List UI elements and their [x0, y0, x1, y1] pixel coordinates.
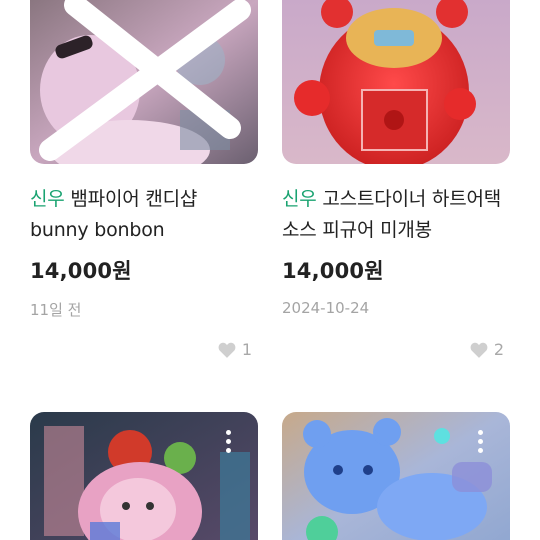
product-price: 14,000원	[30, 259, 132, 283]
heart-icon	[470, 342, 488, 358]
product-price: 14,000원	[282, 259, 384, 283]
shop-name: 신우	[30, 188, 65, 210]
product-card[interactable]: 신우 고스트다이너 하트어택 소스 피규어 미개봉 14,000원 2024-1…	[282, 0, 510, 359]
shop-name: 신우	[282, 188, 317, 210]
more-vertical-icon[interactable]	[226, 430, 232, 454]
like-counter[interactable]: 1	[218, 340, 252, 359]
product-card[interactable]	[30, 412, 258, 540]
like-counter[interactable]: 2	[470, 340, 504, 359]
product-image[interactable]	[282, 412, 510, 540]
product-card[interactable]: 신우 뱀파이어 캔디샵 bunny bonbon 14,000원 11일 전 1	[30, 0, 258, 359]
product-image[interactable]	[30, 0, 258, 164]
product-date: 2024-10-24	[282, 299, 370, 317]
product-image[interactable]	[282, 0, 510, 164]
product-title[interactable]: 신우 뱀파이어 캔디샵 bunny bonbon	[30, 184, 258, 246]
like-count: 2	[493, 340, 504, 359]
like-count: 1	[241, 340, 252, 359]
product-image[interactable]	[30, 412, 258, 540]
product-title[interactable]: 신우 고스트다이너 하트어택 소스 피규어 미개봉	[282, 184, 510, 246]
product-grid: 신우 뱀파이어 캔디샵 bunny bonbon 14,000원 11일 전 1	[0, 0, 540, 540]
product-card[interactable]	[282, 412, 510, 540]
product-date: 11일 전	[30, 301, 82, 319]
heart-icon	[218, 342, 236, 358]
more-vertical-icon[interactable]	[478, 430, 484, 454]
